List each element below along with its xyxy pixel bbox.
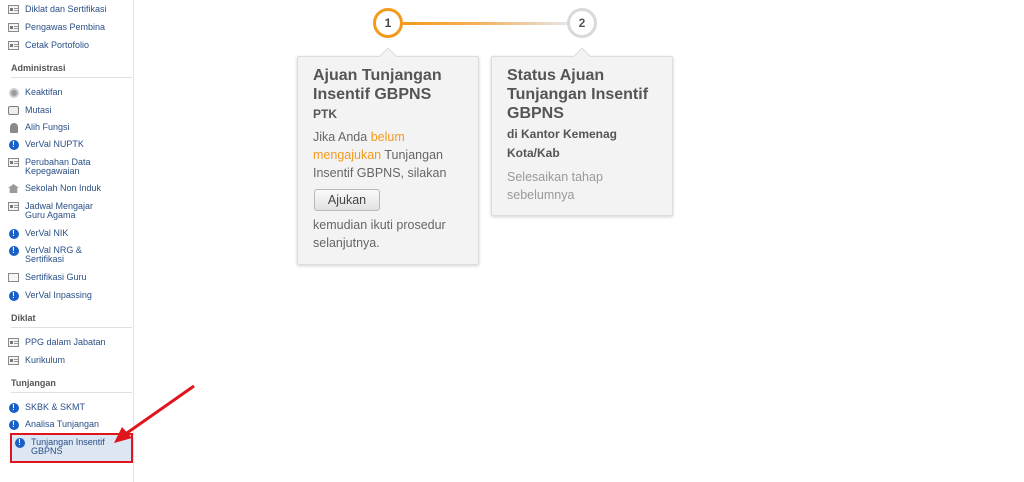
sidebar-item-label: Pengawas Pembina	[25, 22, 106, 32]
document-icon	[8, 157, 19, 168]
card-instruction-end: kemudian ikuti prosedur selanjutnya.	[313, 218, 446, 250]
card-status-text: Selesaikan tahap sebelumnya	[507, 170, 603, 202]
annotation-arrow	[114, 384, 195, 443]
document-icon	[8, 337, 19, 348]
certificate-icon	[8, 272, 19, 283]
info-icon: !	[8, 402, 19, 413]
document-icon	[8, 22, 19, 33]
sidebar-item-label: Perubahan Data Kepegawaian	[25, 157, 91, 176]
ajukan-button[interactable]: Ajukan	[314, 189, 380, 211]
sidebar-item-label: SKBK & SKMT	[25, 402, 86, 412]
sidebar-item-keaktifan[interactable]: Keaktifan	[8, 87, 132, 98]
card-subtitle: di Kantor Kemenag Kota/Kab	[507, 127, 618, 160]
info-icon: !	[8, 245, 19, 256]
sidebar-item-label: PPG dalam Jabatan	[25, 337, 106, 347]
swap-icon	[8, 105, 19, 116]
sidebar-item-label: Sertifikasi Guru	[25, 272, 87, 282]
school-icon	[8, 183, 19, 194]
section-header-administrasi: Administrasi	[11, 63, 66, 73]
sidebar-item-verval-inpassing[interactable]: ! VerVal Inpassing	[8, 290, 132, 301]
sidebar-item-sertifikasi-guru[interactable]: Sertifikasi Guru	[8, 272, 132, 283]
document-icon	[8, 355, 19, 366]
sidebar-item-sekolah-non-induk[interactable]: Sekolah Non Induk	[8, 183, 132, 194]
section-header-diklat: Diklat	[11, 313, 36, 323]
person-icon	[8, 122, 19, 133]
document-icon	[8, 40, 19, 51]
sidebar-item-verval-nrg-sertifikasi[interactable]: ! VerVal NRG & Sertifikasi	[8, 245, 132, 264]
card-instruction: Jika Anda belum mengajukan Tunjangan Ins…	[313, 130, 447, 180]
sidebar-item-cetak-portofolio[interactable]: Cetak Portofolio	[8, 40, 132, 51]
step-1-card: Ajuan Tunjangan Insentif GBPNS PTK Jika …	[297, 47, 479, 265]
sidebar-item-label: Alih Fungsi	[25, 122, 70, 132]
sidebar-item-kurikulum[interactable]: Kurikulum	[8, 355, 132, 366]
sidebar-item-label: VerVal NIK	[25, 228, 69, 238]
card-pointer	[379, 47, 397, 65]
sidebar-item-jadwal-mengajar-guru-agama[interactable]: Jadwal Mengajar Guru Agama	[8, 201, 132, 220]
sidebar-item-label: Tunjangan Insentif GBPNS	[31, 437, 105, 456]
card-pointer	[573, 47, 591, 65]
sidebar-item-diklat-dan-sertifikasi[interactable]: Diklat dan Sertifikasi	[8, 4, 132, 15]
sidebar-item-label: Jadwal Mengajar Guru Agama	[25, 201, 94, 220]
sidebar-item-label: VerVal NUPTK	[25, 139, 84, 149]
sidebar-item-label: Cetak Portofolio	[25, 40, 90, 50]
sidebar-item-label: VerVal NRG & Sertifikasi	[25, 245, 82, 264]
sidebar-item-perubahan-data-kepegawaian[interactable]: Perubahan Data Kepegawaian	[8, 157, 132, 176]
sidebar-item-label: Sekolah Non Induk	[25, 183, 102, 193]
card-title: Status Ajuan Tunjangan Insentif GBPNS	[507, 67, 649, 122]
sidebar-item-ppg-dalam-jabatan[interactable]: PPG dalam Jabatan	[8, 337, 132, 348]
sidebar-item-label: Analisa Tunjangan	[25, 419, 100, 429]
card-title: Ajuan Tunjangan Insentif GBPNS	[313, 67, 442, 103]
card-subtitle: PTK	[313, 107, 337, 121]
document-icon	[8, 201, 19, 212]
sidebar-item-pengawas-pembina[interactable]: Pengawas Pembina	[8, 22, 132, 33]
sidebar-item-label: Kurikulum	[25, 355, 66, 365]
info-icon: !	[8, 419, 19, 430]
sidebar-item-label: Diklat dan Sertifikasi	[25, 4, 107, 14]
gear-icon	[8, 87, 19, 98]
step-1-indicator: 1	[373, 8, 403, 38]
step-2-indicator: 2	[567, 8, 597, 38]
section-divider	[11, 327, 132, 328]
sidebar-item-verval-nuptk[interactable]: ! VerVal NUPTK	[8, 139, 132, 150]
info-icon: !	[8, 228, 19, 239]
sidebar-item-label: VerVal Inpassing	[25, 290, 92, 300]
sidebar-item-label: Keaktifan	[25, 87, 63, 97]
step-2-card: Status Ajuan Tunjangan Insentif GBPNS di…	[491, 47, 673, 216]
document-icon	[8, 4, 19, 15]
sidebar-item-alih-fungsi[interactable]: Alih Fungsi	[8, 122, 132, 133]
info-icon: !	[14, 437, 25, 448]
sidebar-item-mutasi[interactable]: Mutasi	[8, 105, 132, 116]
sidebar-item-verval-nik[interactable]: ! VerVal NIK	[8, 228, 132, 239]
info-icon: !	[8, 139, 19, 150]
stepper-connector	[403, 22, 568, 25]
section-divider	[11, 77, 132, 78]
sidebar-item-label: Mutasi	[25, 105, 52, 115]
info-icon: !	[8, 290, 19, 301]
